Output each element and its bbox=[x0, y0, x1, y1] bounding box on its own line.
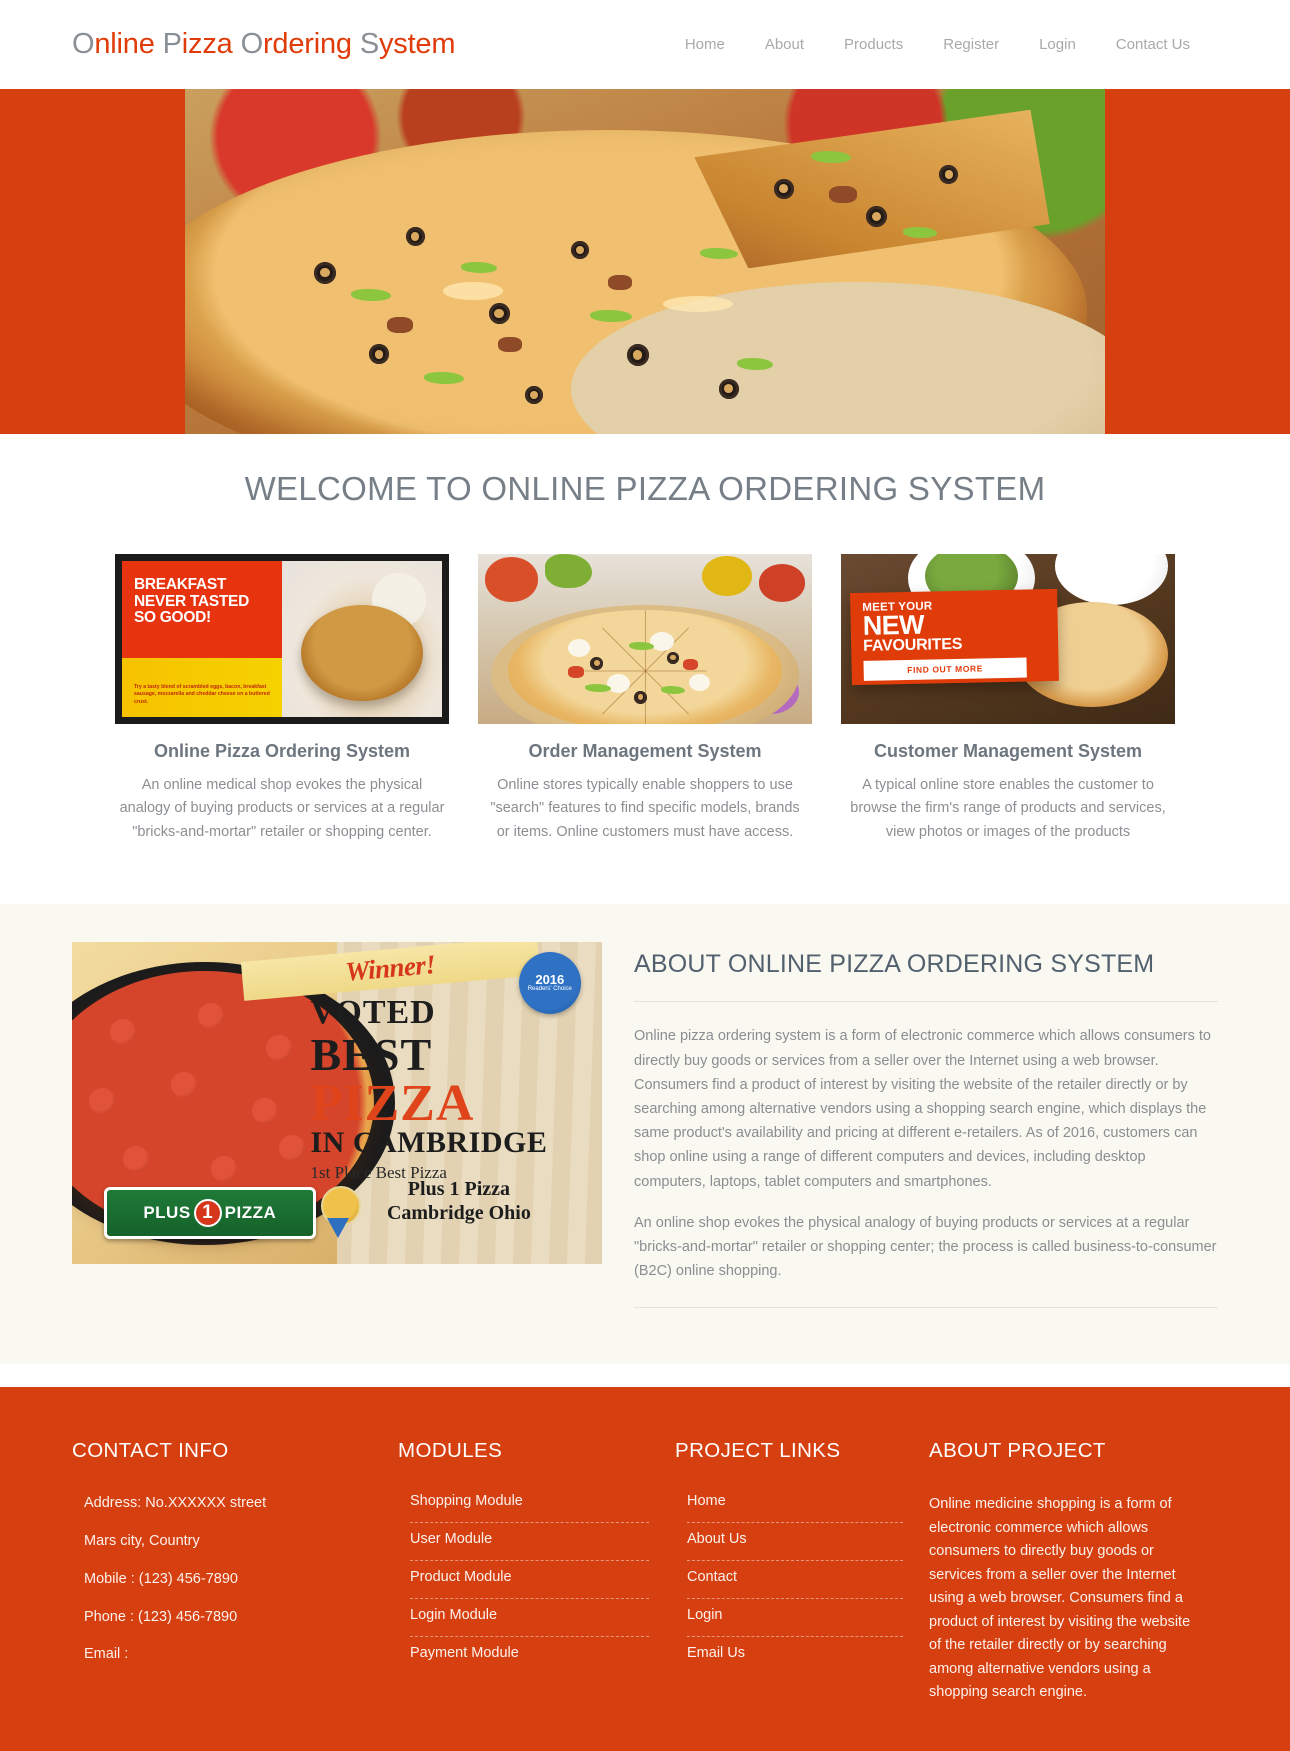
footer-column-modules: MODULES Shopping Module User Module Prod… bbox=[398, 1439, 675, 1704]
list-item: Payment Module bbox=[410, 1645, 649, 1674]
footer-about-text: Online medicine shopping is a form of el… bbox=[929, 1496, 1191, 1701]
about-paragraph-2: An online shop evokes the physical analo… bbox=[634, 1214, 1217, 1280]
modules-list: Shopping Module User Module Product Modu… bbox=[398, 1493, 649, 1674]
nav-item-register[interactable]: Register bbox=[943, 36, 999, 53]
plus-one-pizza-logo: PLUS 1 PIZZA bbox=[103, 1187, 316, 1239]
ad-line-3: SO GOOD! bbox=[134, 609, 211, 627]
footer-heading-project-links: PROJECT LINKS bbox=[675, 1439, 841, 1463]
ad-line-1: BREAKFAST bbox=[134, 576, 227, 593]
card-text: A typical online store enables the custo… bbox=[850, 777, 1166, 840]
project-link-about-us[interactable]: About Us bbox=[687, 1531, 903, 1560]
site-footer: CONTACT INFO Address: No.XXXXXX street M… bbox=[0, 1387, 1290, 1751]
list-item: Product Module bbox=[410, 1569, 649, 1600]
contact-phone: Phone : (123) 456-7890 bbox=[84, 1608, 238, 1625]
about-poster-image: Winner! 2016 Readers' Choice VOTED BEST … bbox=[72, 942, 602, 1265]
footer-column-about-project: ABOUT PROJECT Online medicine shopping i… bbox=[929, 1439, 1218, 1704]
module-link-product[interactable]: Product Module bbox=[410, 1569, 649, 1598]
list-item: About Us bbox=[687, 1531, 903, 1562]
footer-heading-contact-info: CONTACT INFO bbox=[72, 1439, 229, 1463]
module-link-login[interactable]: Login Module bbox=[410, 1607, 649, 1636]
poster-cambridge-text: IN CAMBRIDGE bbox=[310, 1125, 548, 1159]
card-title: Customer Management System bbox=[873, 741, 1143, 761]
list-item: Shopping Module bbox=[410, 1493, 649, 1524]
feature-card-online-pizza-ordering-system[interactable]: BREAKFAST NEVER TASTED SO GOOD! Try a ta… bbox=[115, 554, 449, 844]
ad-favourites-label: FAVOURITES bbox=[863, 636, 963, 656]
poster-best-text: BEST bbox=[310, 1028, 433, 1080]
list-item: User Module bbox=[410, 1531, 649, 1562]
hero-banner bbox=[0, 89, 1290, 434]
ad-line-2: NEVER TASTED bbox=[134, 592, 249, 610]
poster-location-text: Plus 1 Pizza Cambridge Ohio bbox=[386, 1178, 531, 1225]
logo-part-4-cap: S bbox=[359, 28, 379, 60]
card-image-breakfast-ad: BREAKFAST NEVER TASTED SO GOOD! Try a ta… bbox=[115, 554, 449, 724]
about-divider-top bbox=[634, 1001, 1218, 1003]
about-section: Winner! 2016 Readers' Choice VOTED BEST … bbox=[0, 904, 1290, 1366]
feature-card-customer-management-system[interactable]: MEET YOUR NEW FAVOURITES FIND OUT MORE C… bbox=[841, 554, 1175, 844]
module-link-user[interactable]: User Module bbox=[410, 1531, 649, 1560]
card-title: Order Management System bbox=[528, 741, 762, 761]
logo-part-4-rest: ystem bbox=[378, 28, 456, 60]
module-link-payment[interactable]: Payment Module bbox=[410, 1645, 649, 1674]
list-item: Contact bbox=[687, 1569, 903, 1600]
card-image-new-favourites-ad: MEET YOUR NEW FAVOURITES FIND OUT MORE bbox=[841, 554, 1175, 724]
plus1-right-text: PIZZA bbox=[224, 1202, 277, 1222]
module-link-shopping[interactable]: Shopping Module bbox=[410, 1493, 649, 1522]
logo-part-3-rest: rdering bbox=[262, 28, 352, 60]
nav-item-login[interactable]: Login bbox=[1039, 36, 1076, 53]
site-header: Online Pizza Ordering System Home About Pro… bbox=[0, 0, 1290, 89]
welcome-section: WELCOME TO ONLINE PIZZA ORDERING SYSTEM … bbox=[0, 434, 1290, 905]
project-link-login[interactable]: Login bbox=[687, 1607, 903, 1636]
card-text: An online medical shop evokes the physic… bbox=[119, 777, 445, 840]
poster-voted-text: VOTED bbox=[310, 993, 436, 1031]
nav-item-products[interactable]: Products bbox=[844, 36, 903, 53]
footer-column-contact-info: CONTACT INFO Address: No.XXXXXX street M… bbox=[72, 1439, 398, 1704]
main-navigation: Home About Products Register Login Conta… bbox=[685, 36, 1218, 53]
contact-address: Address: No.XXXXXX street bbox=[84, 1495, 267, 1512]
footer-column-project-links: PROJECT LINKS Home About Us Contact Logi… bbox=[675, 1439, 929, 1704]
poster-pizza-text: PIZZA bbox=[310, 1075, 475, 1133]
feature-card-order-management-system[interactable]: Order Management System Online stores ty… bbox=[478, 554, 812, 844]
logo-part-3-cap: O bbox=[240, 28, 264, 60]
winner-label: Winner! bbox=[343, 948, 437, 987]
page-title: WELCOME TO ONLINE PIZZA ORDERING SYSTEM bbox=[244, 470, 1046, 507]
about-heading: ABOUT ONLINE PIZZA ORDERING SYSTEM bbox=[634, 950, 1155, 979]
list-item: Home bbox=[687, 1493, 903, 1524]
plus1-left-text: PLUS bbox=[143, 1202, 191, 1222]
footer-spacer bbox=[0, 1365, 1290, 1388]
find-out-more-button[interactable]: FIND OUT MORE bbox=[863, 657, 1027, 682]
contact-city: Mars city, Country bbox=[84, 1533, 200, 1550]
logo-part-2-rest: izza bbox=[181, 28, 233, 60]
list-item: Email Us bbox=[687, 1645, 903, 1674]
about-divider-bottom bbox=[634, 1307, 1218, 1309]
project-links-list: Home About Us Contact Login Email Us bbox=[675, 1493, 903, 1674]
seal-text: Readers' Choice bbox=[527, 986, 572, 993]
list-item: Login Module bbox=[410, 1607, 649, 1638]
nav-item-contact-us[interactable]: Contact Us bbox=[1116, 36, 1190, 53]
plus1-number: 1 bbox=[193, 1198, 222, 1227]
card-text: Online stores typically enable shoppers … bbox=[490, 777, 800, 840]
footer-heading-modules: MODULES bbox=[398, 1439, 503, 1463]
feature-cards: BREAKFAST NEVER TASTED SO GOOD! Try a ta… bbox=[0, 554, 1290, 844]
footer-heading-about-project: ABOUT PROJECT bbox=[929, 1439, 1106, 1463]
contact-mobile: Mobile : (123) 456-7890 bbox=[84, 1570, 238, 1587]
card-image-veggie-pizza bbox=[478, 554, 812, 724]
new-favourites-badge: MEET YOUR NEW FAVOURITES FIND OUT MORE bbox=[850, 589, 1060, 686]
about-paragraph-1: Online pizza ordering system is a form o… bbox=[634, 1028, 1211, 1190]
hero-pizza-image bbox=[185, 89, 1105, 434]
card-title: Online Pizza Ordering System bbox=[153, 741, 411, 761]
project-link-home[interactable]: Home bbox=[687, 1493, 903, 1522]
project-link-contact[interactable]: Contact bbox=[687, 1569, 903, 1598]
logo-part-1-cap: O bbox=[72, 28, 95, 60]
project-link-email-us[interactable]: Email Us bbox=[687, 1645, 903, 1674]
list-item: Login bbox=[687, 1607, 903, 1638]
logo-part-2-cap: P bbox=[162, 28, 182, 60]
seal-year: 2016 bbox=[535, 972, 565, 988]
ad-fine-print: Try a tasty blend of scrambled eggs, bac… bbox=[134, 683, 270, 706]
nav-item-home[interactable]: Home bbox=[685, 36, 725, 53]
logo-part-1-rest: nline bbox=[94, 28, 155, 60]
contact-email: Email : bbox=[84, 1646, 129, 1663]
nav-item-about[interactable]: About bbox=[765, 36, 804, 53]
site-logo[interactable]: Online Pizza Ordering System bbox=[72, 28, 456, 61]
